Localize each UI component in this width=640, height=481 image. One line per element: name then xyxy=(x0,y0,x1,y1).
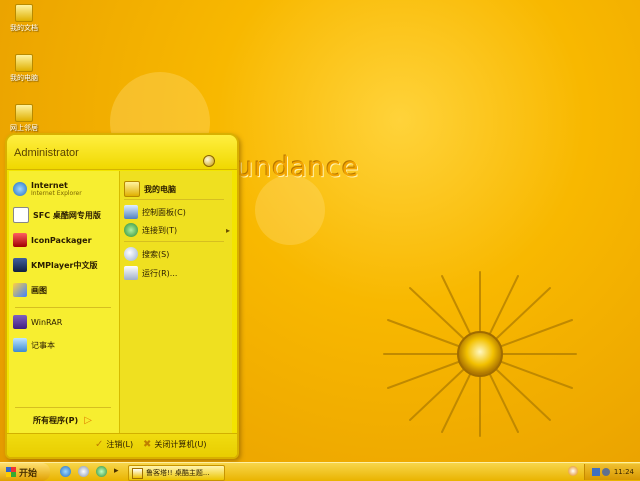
menu-item-label: SFC 桌酷网专用版 xyxy=(33,210,101,220)
logoff-label: 注销(L) xyxy=(106,440,134,449)
menu-item-label: 控制面板(C) xyxy=(142,207,186,217)
menu-separator xyxy=(124,199,224,200)
arrow-right-icon: ▷ xyxy=(84,415,92,426)
computer-icon xyxy=(15,54,33,72)
shutdown-button[interactable]: ✖ 关闭计算机(U) xyxy=(143,439,207,450)
kmplayer-icon xyxy=(13,258,27,272)
globe-icon xyxy=(124,223,138,237)
menu-item-paint[interactable]: 画图 xyxy=(13,283,47,297)
quicklaunch-expand-icon[interactable]: ▸ xyxy=(114,466,119,476)
taskbar: 开始 ▸ 鲁客塔!! 桌酷主题... 11:24 xyxy=(0,462,640,481)
desktop-icon-my-documents[interactable]: 我的文档 xyxy=(0,4,48,33)
windows-flag-icon xyxy=(6,467,16,477)
volume-tray-icon[interactable] xyxy=(601,468,610,476)
menu-item-search[interactable]: 搜索(S) xyxy=(124,247,169,261)
menu-item-my-computer[interactable]: 我的电脑 xyxy=(124,181,176,197)
menu-item-internet[interactable]: Internet Internet Explorer xyxy=(13,181,82,197)
start-menu-pinned-list: Internet Internet Explorer SFC 桌酷网专用版 Ic… xyxy=(9,171,120,433)
clock[interactable]: 11:24 xyxy=(614,468,634,476)
system-tray: 11:24 xyxy=(584,464,640,480)
power-icon: ✖ xyxy=(143,439,152,450)
orb-icon xyxy=(203,155,215,167)
menu-item-run[interactable]: 运行(R)... xyxy=(124,266,177,280)
shutdown-label: 关闭计算机(U) xyxy=(154,440,207,449)
menu-item-label: IconPackager xyxy=(31,235,92,245)
start-menu: Administrator Internet Internet Explorer… xyxy=(5,133,239,459)
menu-item-label: 画图 xyxy=(31,285,47,295)
menu-item-sublabel: Internet Explorer xyxy=(31,190,82,197)
ie-icon xyxy=(13,182,27,196)
menu-item-label: 运行(R)... xyxy=(142,268,178,278)
desktop-icon-label: 我的电脑 xyxy=(10,74,38,82)
control-panel-icon xyxy=(124,205,138,219)
start-menu-footer: ✓ 注销(L) ✖ 关闭计算机(U) xyxy=(7,433,237,457)
search-icon xyxy=(124,247,138,261)
quicklaunch-ie-icon[interactable] xyxy=(60,466,71,477)
tray-expand-icon[interactable] xyxy=(568,466,578,476)
key-icon: ✓ xyxy=(95,439,104,450)
menu-item-connect-to[interactable]: 连接到(T) xyxy=(124,223,177,237)
start-button[interactable]: 开始 xyxy=(0,463,50,481)
desktop-icon-my-computer[interactable]: 我的电脑 xyxy=(0,54,48,83)
menu-separator xyxy=(15,407,111,408)
network-icon xyxy=(15,104,33,122)
menu-item-winrar[interactable]: WinRAR xyxy=(13,315,62,329)
menu-item-label: 连接到(T) xyxy=(142,225,178,235)
user-name: Administrator xyxy=(14,147,79,159)
paint-icon xyxy=(13,283,27,297)
desktop-icon-label: 网上邻居 xyxy=(10,124,38,132)
menu-item-notepad[interactable]: 记事本 xyxy=(13,338,55,352)
sfc-icon xyxy=(13,207,29,223)
desktop-icon-network[interactable]: 网上邻居 xyxy=(0,104,48,133)
taskbar-window-button[interactable]: 鲁客塔!! 桌酷主题... xyxy=(128,465,225,481)
quicklaunch-media-icon[interactable] xyxy=(78,466,89,477)
folder-icon xyxy=(15,4,33,22)
submenu-arrow-icon: ▸ xyxy=(226,226,231,235)
menu-item-label: 我的电脑 xyxy=(144,184,176,194)
menu-item-label: Internet xyxy=(31,181,68,190)
taskbar-window-label: 鲁客塔!! 桌酷主题... xyxy=(146,469,210,477)
menu-item-iconpackager[interactable]: IconPackager xyxy=(13,233,92,247)
desktop-icon-label: 我的文档 xyxy=(10,24,38,32)
network-tray-icon[interactable] xyxy=(591,468,600,476)
all-programs-label: 所有程序(P) xyxy=(33,416,79,425)
menu-item-sfc[interactable]: SFC 桌酷网专用版 xyxy=(13,207,101,223)
wallpaper-brand-text: undance xyxy=(236,152,360,183)
menu-item-control-panel[interactable]: 控制面板(C) xyxy=(124,205,186,219)
menu-separator xyxy=(15,307,111,308)
menu-item-label: 记事本 xyxy=(31,340,55,350)
start-label: 开始 xyxy=(19,468,38,479)
sun-graphic xyxy=(383,271,577,437)
window-icon xyxy=(132,467,143,479)
winrar-icon xyxy=(13,315,27,329)
menu-item-label: WinRAR xyxy=(31,317,63,327)
run-icon xyxy=(124,266,138,280)
notepad-icon xyxy=(13,338,27,352)
decorative-circle xyxy=(255,175,325,245)
computer-icon xyxy=(124,181,140,197)
menu-item-label: KMPlayer中文版 xyxy=(31,260,98,270)
menu-separator xyxy=(124,241,224,242)
all-programs-button[interactable]: 所有程序(P) ▷ xyxy=(33,415,92,426)
quicklaunch-globe-icon[interactable] xyxy=(96,466,107,477)
start-menu-places-list: 我的电脑 控制面板(C) 连接到(T) ▸ 搜索(S) 运行(R)... xyxy=(120,171,232,433)
start-menu-header: Administrator xyxy=(7,135,237,170)
menu-item-label: 搜索(S) xyxy=(142,249,170,259)
iconpackager-icon xyxy=(13,233,27,247)
menu-item-kmplayer[interactable]: KMPlayer中文版 xyxy=(13,258,98,272)
logoff-button[interactable]: ✓ 注销(L) xyxy=(95,439,133,450)
